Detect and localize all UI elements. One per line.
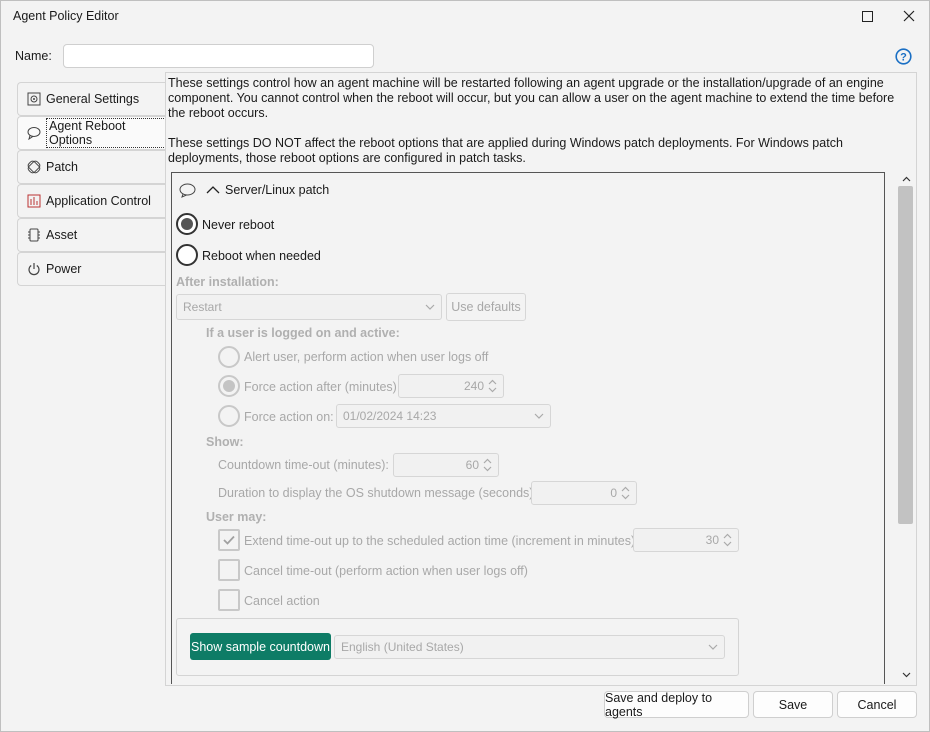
tab-asset[interactable]: Asset bbox=[17, 218, 166, 252]
stepper-arrows-icon bbox=[723, 533, 732, 547]
cancel-timeout-checkbox[interactable] bbox=[218, 559, 240, 581]
tab-label: Agent Reboot Options bbox=[46, 118, 166, 148]
save-button[interactable]: Save bbox=[753, 691, 833, 718]
window-title: Agent Policy Editor bbox=[13, 9, 119, 23]
tab-label: Asset bbox=[46, 228, 78, 242]
select-value: English (United States) bbox=[341, 640, 464, 654]
radio-selected-dot bbox=[181, 218, 193, 230]
alert-user-radio[interactable] bbox=[218, 346, 240, 368]
alert-user-label: Alert user, perform action when user log… bbox=[244, 350, 489, 364]
asset-chip-icon bbox=[27, 228, 41, 242]
stepper-arrows-icon bbox=[488, 379, 497, 393]
language-select[interactable]: English (United States) bbox=[334, 635, 725, 659]
user-may-label: User may: bbox=[206, 510, 267, 524]
extend-increment-stepper[interactable]: 30 bbox=[633, 528, 739, 552]
tab-label: Patch bbox=[46, 160, 78, 174]
shutdown-duration-label: Duration to display the OS shutdown mess… bbox=[218, 486, 537, 500]
section-title: Server/Linux patch bbox=[225, 183, 330, 197]
force-action-after-radio[interactable] bbox=[218, 375, 240, 397]
force-action-datetime-picker[interactable]: 01/02/2024 14:23 bbox=[336, 404, 551, 428]
countdown-timeout-label: Countdown time-out (minutes): bbox=[218, 458, 389, 472]
save-and-deploy-button[interactable]: Save and deploy to agents bbox=[604, 691, 749, 719]
scroll-up-button[interactable] bbox=[898, 173, 914, 185]
after-installation-label: After installation: bbox=[176, 275, 279, 289]
collapse-chevron-icon[interactable] bbox=[206, 185, 220, 194]
tab-application-control[interactable]: Application Control bbox=[17, 184, 166, 218]
logged-on-label: If a user is logged on and active: bbox=[206, 326, 400, 340]
stepper-arrows-icon bbox=[621, 486, 630, 500]
title-bar: Agent Policy Editor bbox=[1, 1, 929, 31]
reboot-when-needed-radio[interactable] bbox=[176, 244, 198, 266]
radio-selected-dot bbox=[223, 380, 235, 392]
stepper-value: 240 bbox=[463, 379, 484, 393]
close-icon bbox=[903, 10, 915, 22]
extend-timeout-checkbox[interactable] bbox=[218, 529, 240, 551]
tab-power[interactable]: Power bbox=[17, 252, 166, 286]
close-button[interactable] bbox=[889, 1, 929, 31]
tab-agent-reboot-options[interactable]: Agent Reboot Options bbox=[17, 116, 166, 150]
general-settings-icon bbox=[27, 92, 41, 106]
cancel-timeout-label: Cancel time-out (perform action when use… bbox=[244, 564, 528, 578]
after-installation-select[interactable]: Restart bbox=[176, 294, 442, 320]
cancel-button[interactable]: Cancel bbox=[837, 691, 917, 718]
force-after-minutes-stepper[interactable]: 240 bbox=[398, 374, 504, 398]
force-action-on-radio[interactable] bbox=[218, 405, 240, 427]
select-value: Restart bbox=[183, 300, 222, 314]
show-sample-countdown-button[interactable]: Show sample countdown bbox=[190, 633, 331, 660]
force-action-on-label: Force action on: bbox=[244, 410, 334, 424]
reboot-bubble-icon bbox=[27, 126, 41, 140]
force-action-after-label: Force action after (minutes) bbox=[244, 380, 397, 394]
datetime-value: 01/02/2024 14:23 bbox=[343, 409, 437, 423]
help-icon[interactable]: ? bbox=[895, 48, 912, 65]
description-paragraph: These settings DO NOT affect the reboot … bbox=[168, 136, 843, 165]
chevron-down-icon bbox=[534, 413, 544, 419]
extend-timeout-label: Extend time-out up to the scheduled acti… bbox=[244, 534, 636, 548]
scroll-down-button[interactable] bbox=[898, 669, 914, 681]
svg-text:?: ? bbox=[900, 52, 907, 64]
stepper-value: 60 bbox=[465, 458, 479, 472]
cancel-action-label: Cancel action bbox=[244, 594, 320, 608]
application-control-icon bbox=[27, 194, 41, 208]
chevron-down-icon bbox=[708, 644, 718, 650]
stepper-value: 30 bbox=[705, 533, 719, 547]
never-reboot-radio[interactable] bbox=[176, 213, 198, 235]
stepper-value: 0 bbox=[610, 486, 617, 500]
reboot-when-needed-label: Reboot when needed bbox=[202, 249, 321, 263]
agent-policy-editor-window: Agent Policy Editor Name: ? General Sett… bbox=[0, 0, 930, 732]
maximize-button[interactable] bbox=[847, 1, 887, 31]
show-label: Show: bbox=[206, 435, 244, 449]
use-defaults-button[interactable]: Use defaults bbox=[446, 293, 526, 321]
tab-patch[interactable]: Patch bbox=[17, 150, 166, 184]
countdown-timeout-stepper[interactable]: 60 bbox=[393, 453, 499, 477]
description-paragraph: These settings control how an agent mach… bbox=[168, 76, 895, 120]
maximize-icon bbox=[861, 10, 873, 22]
power-icon bbox=[27, 262, 41, 276]
checkmark-icon bbox=[223, 535, 235, 545]
tab-label: General Settings bbox=[46, 92, 140, 106]
shutdown-duration-stepper[interactable]: 0 bbox=[531, 481, 637, 505]
tab-general-settings[interactable]: General Settings bbox=[17, 82, 166, 116]
comment-icon[interactable] bbox=[179, 183, 196, 198]
name-label: Name: bbox=[15, 49, 52, 63]
chevron-up-icon bbox=[902, 176, 910, 182]
tab-label: Application Control bbox=[46, 194, 151, 208]
chevron-down-icon bbox=[425, 304, 435, 310]
cancel-action-checkbox[interactable] bbox=[218, 589, 240, 611]
scrollbar-thumb[interactable] bbox=[898, 186, 913, 524]
tab-label: Power bbox=[46, 262, 82, 276]
patch-icon bbox=[27, 160, 41, 174]
never-reboot-label: Never reboot bbox=[202, 218, 275, 232]
stepper-arrows-icon bbox=[483, 458, 492, 472]
name-input[interactable] bbox=[63, 44, 374, 68]
chevron-down-icon bbox=[902, 672, 910, 678]
